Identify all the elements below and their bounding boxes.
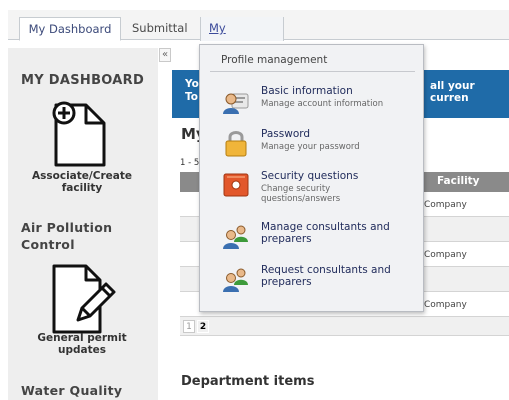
facility-cell: Company [424,200,467,210]
menu-divider [210,71,415,72]
tab-submittal[interactable]: Submittal [124,17,197,41]
menu-item-label: Password [261,128,311,140]
menu-item-description: Manage your password [261,142,360,152]
menu-item-description: Manage account information [261,99,384,109]
users-add-icon [223,268,248,292]
safe-icon [223,173,249,197]
water-quality-heading: Water Quality [21,383,123,398]
pager-summary: 1 - 5 [180,158,200,168]
page-1-button[interactable]: 1 [183,320,195,333]
menu-item-security-questions[interactable]: Security questions Change security quest… [200,167,425,211]
menu-item-request-consultants[interactable]: Request consultants and preparers [200,261,425,297]
menu-item-label: Request consultants and preparers [261,264,391,288]
tab-my-account[interactable]: My Account [200,17,284,57]
facility-cell: Company [424,300,467,310]
associate-facility-link[interactable]: Associate/Create facility [28,170,136,194]
air-pollution-heading: Air Pollution Control [21,220,113,252]
column-header-facility: Facility [437,175,480,187]
page-2-button[interactable]: 2 [197,320,209,333]
sidebar-heading: MY DASHBOARD [21,73,145,88]
profile-management-menu: Profile management Basic information Man… [199,44,424,312]
table-pager [180,317,509,336]
menu-item-label: Manage consultants and preparers [261,221,390,245]
user-card-icon [223,93,249,114]
add-document-icon[interactable] [50,97,110,169]
menu-item-basic-information[interactable]: Basic information Manage account informa… [200,83,425,119]
menu-item-label: Security questions [261,170,359,182]
banner-text-line-2: To [185,91,198,103]
menu-item-description: Change security questions/answers [261,184,341,204]
padlock-icon [225,131,247,157]
menu-item-manage-consultants[interactable]: Manage consultants and preparers [200,218,425,254]
menu-item-label: Basic information [261,85,353,97]
general-permit-link[interactable]: General permit updates [28,332,136,356]
menu-item-password[interactable]: Password Manage your password [200,125,425,161]
banner-text-right: all your curren [430,80,475,104]
tab-my-dashboard[interactable]: My Dashboard [19,17,121,41]
menu-title: Profile management [221,54,328,66]
facility-cell: Company [424,250,467,260]
collapse-sidebar-button[interactable]: « [159,48,171,62]
page: My Dashboard Submittal My Account « MY D… [0,0,509,400]
department-items-title: Department items [181,374,315,389]
users-icon [223,225,248,249]
banner-text-line-1: Yo [185,78,199,90]
edit-document-icon[interactable] [50,264,120,336]
